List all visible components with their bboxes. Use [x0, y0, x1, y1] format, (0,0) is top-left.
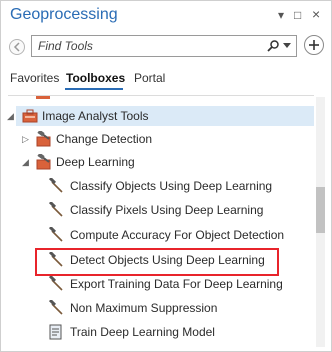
- toolbox-icon: [22, 109, 38, 123]
- hammer-icon: [48, 227, 63, 242]
- tool-export-training-data[interactable]: Export Training Data For Deep Learning: [48, 274, 314, 294]
- add-icon: [309, 40, 319, 50]
- tab-favorites[interactable]: Favorites: [10, 71, 59, 85]
- tool-label: Non Maximum Suppression: [70, 301, 218, 315]
- back-button[interactable]: [9, 39, 25, 55]
- script-tool-icon: [49, 324, 62, 340]
- tree-item-label: Deep Learning: [56, 155, 135, 169]
- toolset-icon: [36, 154, 51, 170]
- partial-toolbox-icon: [36, 96, 50, 99]
- hammer-icon: [48, 178, 63, 193]
- pane-title: Geoprocessing: [10, 6, 118, 23]
- expanded-arrow-icon[interactable]: ◢: [7, 111, 14, 122]
- search-icon[interactable]: [266, 39, 280, 53]
- maximize-icon[interactable]: □: [294, 8, 301, 22]
- tool-label: Export Training Data For Deep Learning: [70, 277, 283, 291]
- tree-item-change-detection[interactable]: ▷ Change Detection: [0, 129, 315, 149]
- tool-train-deep-learning-model[interactable]: Train Deep Learning Model: [48, 322, 314, 342]
- collapsed-arrow-icon[interactable]: ▷: [22, 134, 29, 145]
- tab-portal[interactable]: Portal: [134, 71, 165, 85]
- tree-item-label: Change Detection: [56, 132, 153, 146]
- back-arrow-icon: [13, 42, 20, 52]
- tab-toolboxes[interactable]: Toolboxes: [66, 71, 125, 85]
- tool-label: Compute Accuracy For Object Detection: [70, 228, 285, 242]
- tool-classify-objects[interactable]: Classify Objects Using Deep Learning: [48, 176, 314, 196]
- tool-non-maximum-suppression[interactable]: Non Maximum Suppression: [48, 298, 314, 318]
- tree-item-deep-learning[interactable]: ◢ Deep Learning: [0, 152, 315, 172]
- search-input[interactable]: Find Tools: [31, 35, 297, 57]
- search-placeholder: Find Tools: [38, 39, 93, 53]
- search-options-chevron-icon[interactable]: [283, 43, 291, 49]
- hammer-icon: [48, 276, 63, 291]
- hammer-icon: [48, 202, 63, 217]
- tool-classify-pixels[interactable]: Classify Pixels Using Deep Learning: [48, 200, 314, 220]
- divider: [8, 95, 314, 96]
- tree-item-label: Image Analyst Tools: [42, 109, 149, 123]
- tool-label: Train Deep Learning Model: [70, 325, 215, 339]
- hammer-icon: [48, 300, 63, 315]
- scrollbar-thumb[interactable]: [316, 187, 325, 233]
- add-button[interactable]: [304, 35, 324, 55]
- active-tab-indicator: [65, 88, 123, 90]
- close-icon[interactable]: ×: [312, 6, 320, 22]
- toolset-icon: [36, 131, 51, 147]
- highlight-box: [35, 248, 279, 276]
- tool-compute-accuracy[interactable]: Compute Accuracy For Object Detection: [48, 225, 314, 245]
- options-dropdown-icon[interactable]: ▾: [278, 8, 284, 22]
- tree-item-image-analyst-tools[interactable]: ◢ Image Analyst Tools: [0, 106, 315, 126]
- tool-label: Classify Pixels Using Deep Learning: [70, 203, 264, 217]
- tool-label: Classify Objects Using Deep Learning: [70, 179, 273, 193]
- expanded-arrow-icon[interactable]: ◢: [22, 157, 29, 168]
